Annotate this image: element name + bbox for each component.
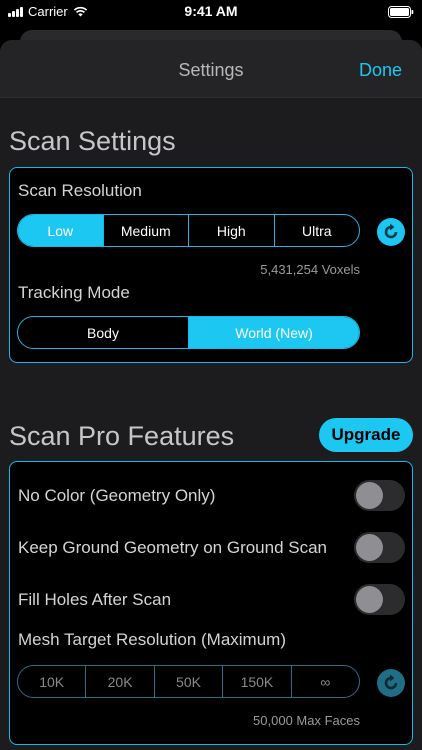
mesh-option-20k[interactable]: 20K <box>85 666 153 697</box>
keep-ground-toggle[interactable] <box>354 532 405 563</box>
no-color-toggle[interactable] <box>354 480 405 511</box>
mesh-option-unlimited[interactable]: ∞ <box>290 666 359 697</box>
scan-settings-title: Scan Settings <box>9 126 176 156</box>
toggle-knob <box>356 482 383 509</box>
mesh-target-label: Mesh Target Resolution (Maximum) <box>18 630 286 649</box>
battery-icon <box>388 5 414 23</box>
resolution-option-ultra[interactable]: Ultra <box>273 215 360 246</box>
upgrade-button[interactable]: Upgrade <box>319 418 413 452</box>
fill-holes-toggle[interactable] <box>354 584 405 615</box>
keep-ground-label: Keep Ground Geometry on Ground Scan <box>18 538 328 557</box>
mesh-option-150k[interactable]: 150K <box>222 666 290 697</box>
resolution-option-low[interactable]: Low <box>18 215 103 246</box>
scan-resolution-label: Scan Resolution <box>18 181 142 200</box>
max-faces-count: 50,000 Max Faces <box>253 713 360 728</box>
nav-bar: Settings Done <box>0 40 422 98</box>
toggle-knob <box>356 534 383 561</box>
mesh-option-10k[interactable]: 10K <box>18 666 85 697</box>
scan-settings-panel: Scan Resolution Low Medium High Ultra 5,… <box>9 167 413 363</box>
tracking-option-body[interactable]: Body <box>18 317 188 348</box>
voxel-count: 5,431,254 Voxels <box>260 262 360 277</box>
no-color-label: No Color (Geometry Only) <box>18 486 216 505</box>
refresh-icon <box>384 674 398 690</box>
tracking-mode-label: Tracking Mode <box>18 283 130 302</box>
tracking-option-world[interactable]: World (New) <box>188 317 359 348</box>
tracking-mode-segmented-control[interactable]: Body World (New) <box>17 316 360 349</box>
toggle-knob <box>356 586 383 613</box>
scan-pro-panel: No Color (Geometry Only) Keep Ground Geo… <box>9 461 413 745</box>
status-time: 9:41 AM <box>184 3 238 19</box>
fill-holes-label: Fill Holes After Scan <box>18 590 172 609</box>
reset-resolution-button[interactable] <box>377 218 405 246</box>
scan-resolution-segmented-control[interactable]: Low Medium High Ultra <box>17 214 360 247</box>
done-button[interactable]: Done <box>359 60 402 81</box>
resolution-option-high[interactable]: High <box>188 215 274 246</box>
resolution-option-medium[interactable]: Medium <box>102 215 189 246</box>
reset-mesh-button[interactable] <box>377 669 405 697</box>
mesh-resolution-segmented-control[interactable]: 10K 20K 50K 150K ∞ <box>17 665 360 698</box>
mesh-option-50k[interactable]: 50K <box>153 666 222 697</box>
refresh-icon <box>384 223 398 239</box>
scan-pro-title: Scan Pro Features <box>9 421 235 451</box>
status-bar: Carrier 9:41 AM <box>0 0 422 24</box>
